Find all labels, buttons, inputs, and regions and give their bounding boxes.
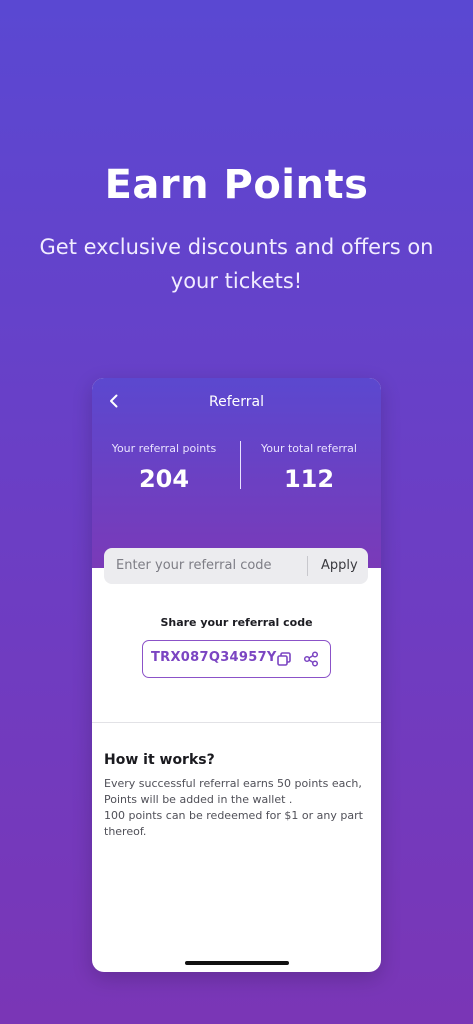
referral-code-text: TRX087Q34957Y [151, 650, 277, 665]
total-referral-stat: Your total referral 112 [237, 442, 381, 493]
copy-icon[interactable] [276, 651, 292, 667]
how-line: Every successful referral earns 50 point… [104, 777, 362, 790]
referral-points-label: Your referral points [111, 442, 217, 455]
hero-title: Earn Points [104, 162, 369, 208]
home-indicator [185, 961, 289, 965]
referral-points-stat: Your referral points 204 [92, 442, 236, 493]
apply-button[interactable]: Apply [321, 558, 358, 573]
total-referral-label: Your total referral [261, 442, 357, 455]
phone-mockup: Referral Your referral points 204 Your t… [92, 378, 381, 972]
referral-code-box: TRX087Q34957Y [142, 640, 331, 678]
code-bar-separator [307, 556, 308, 576]
share-icon[interactable] [303, 651, 319, 667]
share-code-label: Share your referral code [160, 616, 313, 629]
section-divider [92, 722, 381, 723]
how-line: Points will be added in the wallet . [104, 793, 293, 806]
how-it-works-body: Every successful referral earns 50 point… [104, 776, 366, 840]
how-it-works-title: How it works? [104, 752, 215, 768]
hero-subtitle: Get exclusive discounts and offers on yo… [39, 235, 434, 293]
screen-title: Referral [209, 394, 264, 410]
referral-header: Referral Your referral points 204 Your t… [92, 378, 381, 568]
referral-points-value: 204 [138, 465, 190, 493]
referral-code-input[interactable]: Enter your referral code [116, 558, 272, 573]
total-referral-value: 112 [283, 465, 335, 493]
how-line: 100 points can be redeemed for $1 or any… [104, 809, 363, 838]
referral-code-bar: Enter your referral code Apply [104, 548, 368, 584]
